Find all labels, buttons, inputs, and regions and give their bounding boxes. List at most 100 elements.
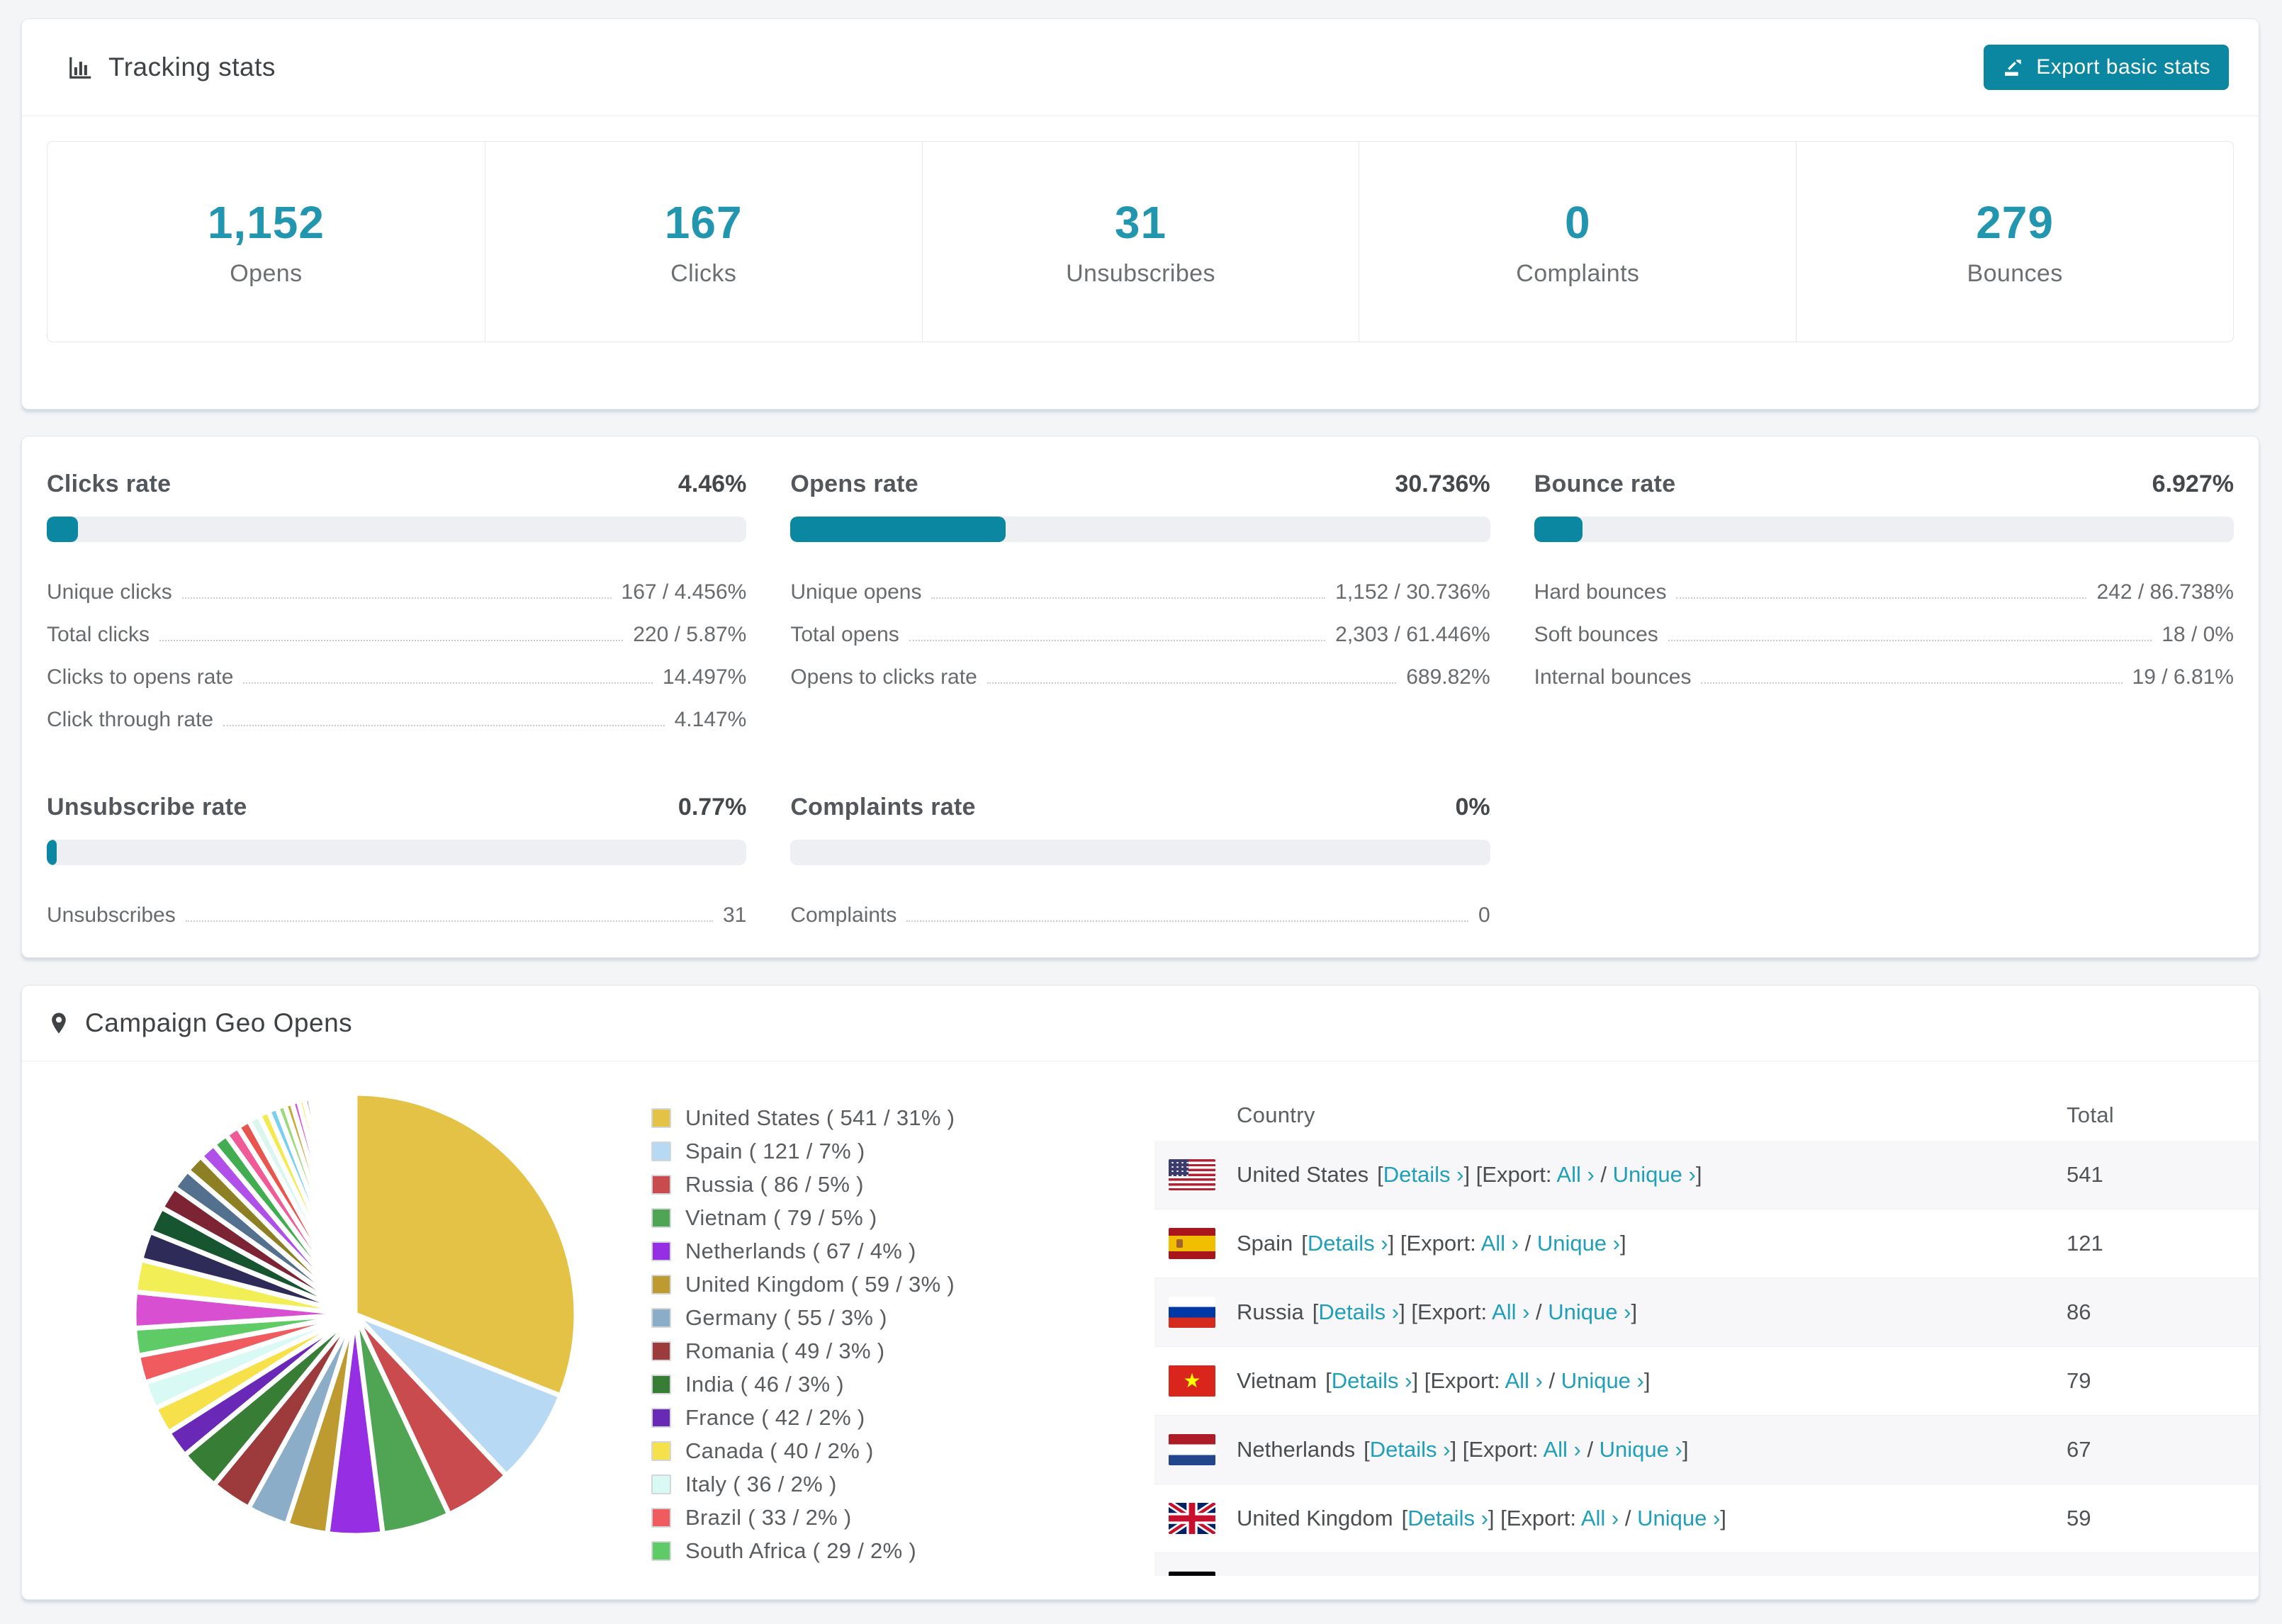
gb-flag-icon <box>1169 1503 1215 1534</box>
link-bracket: [ <box>1364 1437 1370 1462</box>
country-links: [Details ›] [Export: All › / Unique ›] <box>1377 1162 1702 1188</box>
link-bracket: ] [ <box>1422 1574 1441 1576</box>
progress-track-bounce <box>1534 517 2234 542</box>
metric-label: Total opens <box>790 623 899 646</box>
legend-item: Spain ( 121 / 7% ) <box>651 1139 955 1164</box>
country-links: [Details ›] [Export: All › / Unique ›] <box>1301 1231 1626 1256</box>
legend-item: South Africa ( 29 / 2% ) <box>651 1538 955 1564</box>
details-link[interactable]: Details › <box>1332 1368 1412 1393</box>
metric-row: Hard bounces 242 / 86.738% <box>1534 580 2234 604</box>
legend-label: Netherlands ( 67 / 4% ) <box>685 1239 916 1263</box>
details-link[interactable]: Details › <box>1370 1437 1451 1462</box>
metric-value: 220 / 5.87% <box>633 623 747 646</box>
column-header-country: Country <box>1237 1103 1315 1127</box>
export-unique-link[interactable]: Unique › <box>1537 1231 1620 1256</box>
link-bracket: ] [ <box>1488 1506 1507 1530</box>
table-row-de: Germany [Details ›] [Export: All › / Uniq… <box>1154 1553 2258 1576</box>
stat-value-unsubscribes: 31 <box>1114 196 1167 248</box>
country-cell: United Kingdom [Details ›] [Export: All ›… <box>1154 1503 2067 1534</box>
geo-legend: United States ( 541 / 31% ) Spain ( 121 /… <box>651 1105 955 1572</box>
de-flag-icon <box>1169 1572 1215 1576</box>
tracking-stats-page: Tracking stats Export basic stats 1,152 O… <box>0 0 2282 1624</box>
legend-swatch <box>651 1441 671 1461</box>
rate-head-complaints: Complaints rate 0% <box>790 794 1490 821</box>
link-separator: / <box>1529 1299 1548 1324</box>
metric-row: Unsubscribes 31 <box>47 903 746 927</box>
metric-label: Click through rate <box>47 708 214 731</box>
rate-rows-opens: Unique opens 1,152 / 30.736% Total opens 2,… <box>790 580 1490 689</box>
export-all-link[interactable]: All › <box>1556 1162 1594 1187</box>
link-bracket: [ <box>1335 1574 1342 1576</box>
export-all-link[interactable]: All › <box>1492 1299 1529 1324</box>
details-link[interactable]: Details › <box>1383 1162 1464 1187</box>
rate-title-unsubscribe: Unsubscribe rate <box>47 794 247 821</box>
metric-value: 1,152 / 30.736% <box>1335 580 1490 604</box>
country-cell: Germany [Details ›] [Export: All › / Uniq… <box>1154 1572 2067 1576</box>
legend-swatch <box>651 1474 671 1494</box>
stat-value-clicks: 167 <box>664 196 743 248</box>
country-links: [Details ›] [Export: All › / Unique ›] <box>1325 1368 1650 1394</box>
metric-row: Complaints 0 <box>790 903 1490 927</box>
country-name: Vietnam <box>1237 1368 1317 1393</box>
legend-swatch <box>651 1208 671 1228</box>
metric-label: Complaints <box>790 903 897 927</box>
legend-swatch <box>651 1508 671 1528</box>
rate-title-opens: Opens rate <box>790 470 918 497</box>
legend-item: Vietnam ( 79 / 5% ) <box>651 1205 955 1231</box>
export-basic-stats-button[interactable]: Export basic stats <box>1984 45 2229 90</box>
legend-item: United Kingdom ( 59 / 3% ) <box>651 1272 955 1297</box>
metric-value: 18 / 0% <box>2162 623 2234 646</box>
export-all-link[interactable]: All › <box>1543 1437 1580 1462</box>
legend-label: United States ( 541 / 31% ) <box>685 1105 955 1130</box>
link-bracket: [ <box>1377 1162 1383 1187</box>
export-unique-link[interactable]: Unique › <box>1561 1368 1644 1393</box>
table-row-ru: Russia [Details ›] [Export: All › / Uniqu… <box>1154 1278 2258 1347</box>
details-link[interactable]: Details › <box>1407 1506 1488 1530</box>
details-link[interactable]: Details › <box>1342 1574 1422 1576</box>
export-unique-link[interactable]: Unique › <box>1613 1162 1696 1187</box>
metric-row: Total clicks 220 / 5.87% <box>47 623 746 646</box>
stat-card-clicks: 167 Clicks <box>484 142 922 342</box>
export-all-link[interactable]: All › <box>1481 1231 1519 1256</box>
geo-header: Campaign Geo Opens <box>22 986 2259 1061</box>
legend-swatch <box>651 1408 671 1428</box>
stat-value-bounces: 279 <box>1976 196 2054 248</box>
link-separator: / <box>1518 1231 1537 1256</box>
metric-value: 167 / 4.456% <box>621 580 747 604</box>
metric-label: Hard bounces <box>1534 580 1667 604</box>
rate-group-opens: Opens rate 30.736% Unique opens 1,152 / 30.… <box>790 470 1490 731</box>
rate-rows-unsubscribe: Unsubscribes 31 <box>47 903 746 927</box>
export-word: Export: <box>1468 1437 1544 1462</box>
link-bracket: ] [ <box>1463 1162 1483 1187</box>
export-unique-link[interactable]: Unique › <box>1548 1299 1631 1324</box>
export-word: Export: <box>1430 1368 1505 1393</box>
details-link[interactable]: Details › <box>1318 1299 1399 1324</box>
rate-title-bounce: Bounce rate <box>1534 470 1676 497</box>
export-all-link[interactable]: All › <box>1581 1506 1619 1530</box>
link-bracket: ] [ <box>1399 1299 1417 1324</box>
rate-group-clicks: Clicks rate 4.46% Unique clicks 167 / 4.456… <box>47 470 747 731</box>
legend-item: Brazil ( 33 / 2% ) <box>651 1505 955 1530</box>
country-cell: Russia [Details ›] [Export: All › / Uniqu… <box>1154 1297 2067 1328</box>
dotted-leader <box>243 682 653 684</box>
rate-head-bounce: Bounce rate 6.927% <box>1534 470 2234 498</box>
legend-item: Netherlands ( 67 / 4% ) <box>651 1239 955 1264</box>
dotted-leader <box>159 640 624 641</box>
export-unique-link[interactable]: Unique › <box>1571 1574 1654 1576</box>
rate-head-unsubscribe: Unsubscribe rate 0.77% <box>47 794 746 821</box>
export-unique-link[interactable]: Unique › <box>1600 1437 1682 1462</box>
rates-grid: Clicks rate 4.46% Unique clicks 167 / 4.456… <box>22 436 2259 948</box>
tracking-stats-card: Tracking stats Export basic stats 1,152 O… <box>21 18 2259 410</box>
legend-label: Spain ( 121 / 7% ) <box>685 1139 865 1163</box>
progress-track-opens <box>790 517 1490 542</box>
dotted-leader <box>906 920 1468 922</box>
export-all-link[interactable]: All › <box>1505 1368 1542 1393</box>
export-all-link[interactable]: All › <box>1515 1574 1553 1576</box>
legend-swatch <box>651 1175 671 1195</box>
details-link[interactable]: Details › <box>1308 1231 1388 1256</box>
rate-value-complaints: 0% <box>1455 794 1490 821</box>
export-basic-stats-label: Export basic stats <box>2036 55 2210 79</box>
legend-item: Romania ( 49 / 3% ) <box>651 1338 955 1364</box>
export-unique-link[interactable]: Unique › <box>1637 1506 1720 1530</box>
progress-track-complaints <box>790 840 1490 865</box>
